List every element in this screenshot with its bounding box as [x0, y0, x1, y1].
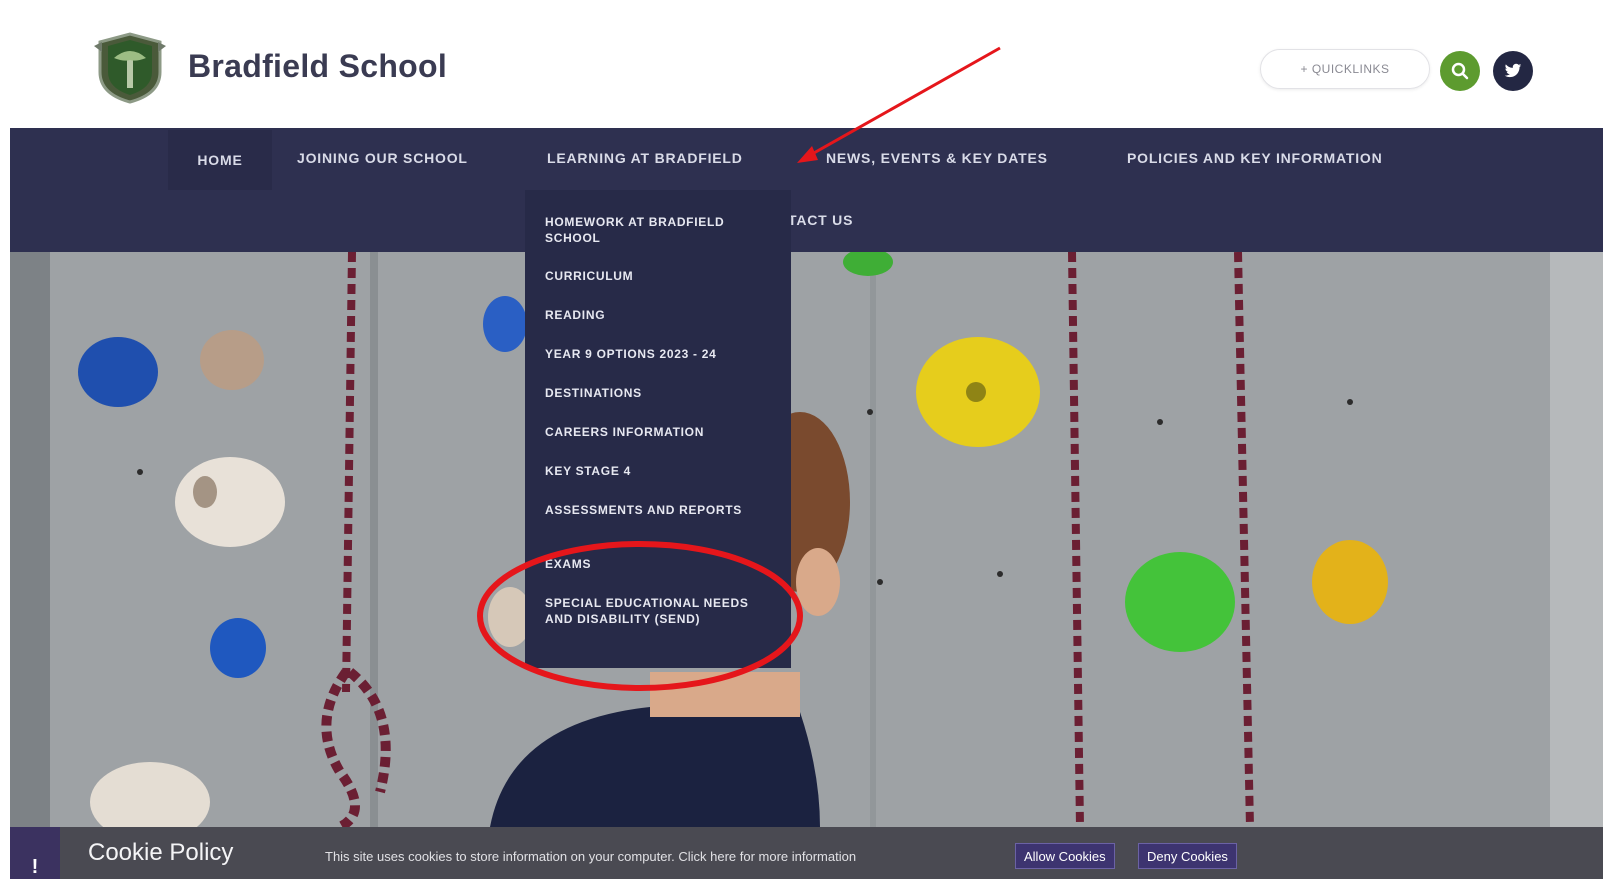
learning-dropdown-menu: HOMEWORK AT BRADFIELD SCHOOL CURRICULUM …: [525, 190, 791, 668]
dropdown-item-reading[interactable]: READING: [545, 307, 775, 323]
search-icon: [1451, 62, 1469, 80]
nav-news-events[interactable]: NEWS, EVENTS & KEY DATES: [826, 136, 1048, 180]
deny-cookies-button[interactable]: Deny Cookies: [1138, 843, 1237, 869]
dropdown-item-careers[interactable]: CAREERS INFORMATION: [545, 424, 775, 440]
twitter-button[interactable]: [1493, 51, 1533, 91]
dropdown-item-homework[interactable]: HOMEWORK AT BRADFIELD SCHOOL: [545, 214, 775, 246]
nav-contact-us[interactable]: TACT US: [788, 198, 853, 242]
main-navigation: HOME JOINING OUR SCHOOL LEARNING AT BRAD…: [10, 128, 1603, 252]
dropdown-item-curriculum[interactable]: CURRICULUM: [545, 268, 775, 284]
dropdown-item-exams[interactable]: EXAMS: [545, 556, 775, 572]
dropdown-item-destinations[interactable]: DESTINATIONS: [545, 385, 775, 401]
nav-joining-our-school[interactable]: JOINING OUR SCHOOL: [297, 136, 468, 180]
nav-policies[interactable]: POLICIES AND KEY INFORMATION: [1127, 136, 1383, 180]
school-crest-logo[interactable]: [92, 32, 168, 104]
school-name[interactable]: Bradfield School: [188, 48, 447, 85]
dropdown-item-year9-options[interactable]: YEAR 9 OPTIONS 2023 - 24: [545, 346, 775, 362]
cookie-policy-bar: ! Cookie Policy This site uses cookies t…: [10, 827, 1603, 879]
dropdown-item-send[interactable]: SPECIAL EDUCATIONAL NEEDS AND DISABILITY…: [545, 595, 775, 627]
info-icon[interactable]: !: [10, 827, 60, 879]
hero-image-climbing-wall: [10, 252, 1603, 827]
quicklinks-button[interactable]: + QUICKLINKS: [1260, 49, 1430, 89]
cookie-title: Cookie Policy: [88, 839, 234, 866]
dropdown-item-key-stage-4[interactable]: KEY STAGE 4: [545, 463, 775, 479]
nav-learning-at-bradfield[interactable]: LEARNING AT BRADFIELD: [547, 136, 743, 180]
page: Bradfield School + QUICKLINKS HOME JOINI…: [10, 10, 1603, 879]
twitter-icon: [1504, 63, 1522, 78]
site-header: Bradfield School + QUICKLINKS: [10, 10, 1603, 128]
nav-home[interactable]: HOME: [168, 130, 272, 190]
allow-cookies-button[interactable]: Allow Cookies: [1015, 843, 1115, 869]
cookie-text-link[interactable]: This site uses cookies to store informat…: [325, 849, 856, 864]
dropdown-item-assessments[interactable]: ASSESSMENTS AND REPORTS: [545, 502, 775, 518]
search-button[interactable]: [1440, 51, 1480, 91]
